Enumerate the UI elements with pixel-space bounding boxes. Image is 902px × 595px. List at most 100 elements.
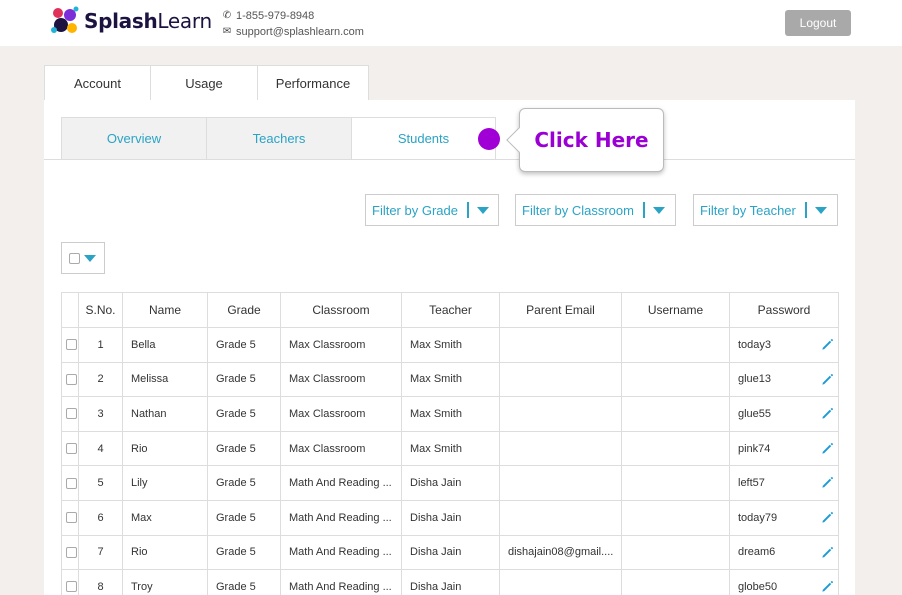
row-checkbox[interactable] xyxy=(66,477,77,489)
filter-classroom-label: Filter by Classroom xyxy=(522,202,634,218)
subtab-teachers[interactable]: Teachers xyxy=(206,117,351,160)
password-text: glue55 xyxy=(738,407,772,420)
pencil-icon[interactable] xyxy=(821,407,834,420)
name-cell: Max xyxy=(122,499,208,536)
parent-email-cell xyxy=(499,396,622,432)
column-header-password[interactable]: Password xyxy=(729,292,839,328)
column-header-grade[interactable]: Grade xyxy=(207,292,281,328)
classroom-cell: Math And Reading ... xyxy=(280,569,402,595)
pencil-icon[interactable] xyxy=(821,511,834,524)
teacher-cell: Max Smith xyxy=(401,327,500,363)
caret-down-icon xyxy=(476,206,489,214)
select-all-dropdown[interactable] xyxy=(61,242,105,274)
username-cell xyxy=(621,569,730,595)
filter-teacher-dropdown[interactable]: Filter by Teacher xyxy=(693,194,838,226)
row-checkbox[interactable] xyxy=(66,581,77,593)
sno-cell: 5 xyxy=(78,465,123,501)
highlight-dot xyxy=(478,128,500,150)
pencil-icon[interactable] xyxy=(821,442,834,455)
teacher-cell: Max Smith xyxy=(401,430,500,467)
username-cell xyxy=(621,327,730,363)
tab-performance[interactable]: Performance xyxy=(258,66,368,100)
subtab-divider xyxy=(44,159,855,160)
teacher-cell: Disha Jain xyxy=(401,569,500,595)
classroom-cell: Math And Reading ... xyxy=(280,499,402,536)
tab-account[interactable]: Account xyxy=(45,66,151,100)
top-tabs: Account Usage Performance xyxy=(44,65,369,100)
table-row: 2 Melissa Grade 5 Max Classroom Max Smit… xyxy=(61,361,839,398)
pencil-icon[interactable] xyxy=(821,338,834,351)
row-checkbox[interactable] xyxy=(66,339,77,351)
row-checkbox[interactable] xyxy=(66,443,77,455)
row-select-cell xyxy=(61,569,79,595)
table-row: 4 Rio Grade 5 Max Classroom Max Smith pi… xyxy=(61,430,839,467)
password-cell: pink74 xyxy=(729,430,839,467)
tab-usage[interactable]: Usage xyxy=(151,66,258,100)
subtab-students[interactable]: Students xyxy=(351,117,496,160)
column-header-teacher[interactable]: Teacher xyxy=(401,292,500,328)
logout-button[interactable]: Logout xyxy=(785,10,851,36)
row-checkbox[interactable] xyxy=(66,546,77,558)
main-panel: Overview Teachers Students Click Here Fi… xyxy=(44,100,855,595)
column-header-select xyxy=(61,292,79,328)
envelope-icon: ✉ xyxy=(222,26,232,37)
parent-email-cell xyxy=(499,569,622,595)
filter-grade-dropdown[interactable]: Filter by Grade xyxy=(365,194,499,226)
phone-icon: ✆ xyxy=(222,10,232,21)
sno-cell: 6 xyxy=(78,499,123,536)
row-select-cell xyxy=(61,361,79,398)
classroom-cell: Max Classroom xyxy=(280,361,402,398)
column-header-classroom[interactable]: Classroom xyxy=(280,292,402,328)
parent-email-cell xyxy=(499,327,622,363)
pencil-icon[interactable] xyxy=(821,546,834,559)
pencil-icon[interactable] xyxy=(821,580,834,593)
sno-cell: 1 xyxy=(78,327,123,363)
select-all-checkbox[interactable] xyxy=(69,252,80,264)
row-select-cell xyxy=(61,499,79,536)
classroom-cell: Max Classroom xyxy=(280,430,402,467)
filter-separator xyxy=(466,202,469,218)
contact-info: ✆ 1-855-979-8948 ✉ support@splashlearn.c… xyxy=(221,8,364,40)
grade-cell: Grade 5 xyxy=(207,361,281,398)
password-text: left57 xyxy=(738,477,765,490)
filter-classroom-dropdown[interactable]: Filter by Classroom xyxy=(515,194,676,226)
table-row: 8 Troy Grade 5 Math And Reading ... Dish… xyxy=(61,569,839,595)
password-cell: globe50 xyxy=(729,569,839,595)
grade-cell: Grade 5 xyxy=(207,465,281,501)
username-cell xyxy=(621,534,730,571)
filter-separator xyxy=(804,202,807,218)
callout-pointer xyxy=(506,127,532,153)
grade-cell: Grade 5 xyxy=(207,499,281,536)
splashlearn-logo[interactable]: SplashLearn xyxy=(50,6,212,36)
table-header-row: S.No. Name Grade Classroom Teacher Paren… xyxy=(61,292,839,328)
splashlearn-logo-icon xyxy=(51,6,79,33)
caret-down-icon xyxy=(814,206,827,214)
grade-cell: Grade 5 xyxy=(207,430,281,467)
username-cell xyxy=(621,465,730,501)
parent-email-cell xyxy=(499,465,622,501)
support-email: support@splashlearn.com xyxy=(236,26,364,38)
filter-teacher-label: Filter by Teacher xyxy=(700,202,796,218)
name-cell: Rio xyxy=(122,430,208,467)
parent-email-cell xyxy=(499,499,622,536)
password-cell: left57 xyxy=(729,465,839,501)
caret-down-icon xyxy=(84,254,96,262)
pencil-icon[interactable] xyxy=(821,373,834,386)
column-header-name[interactable]: Name xyxy=(122,292,208,328)
table-row: 3 Nathan Grade 5 Max Classroom Max Smith… xyxy=(61,396,839,432)
row-checkbox[interactable] xyxy=(66,408,77,420)
column-header-username[interactable]: Username xyxy=(621,292,730,328)
pencil-icon[interactable] xyxy=(821,476,834,489)
subtab-overview[interactable]: Overview xyxy=(61,117,206,160)
grade-cell: Grade 5 xyxy=(207,534,281,571)
sno-cell: 2 xyxy=(78,361,123,398)
row-checkbox[interactable] xyxy=(66,373,77,385)
name-cell: Rio xyxy=(122,534,208,571)
row-select-cell xyxy=(61,534,79,571)
password-text: dream6 xyxy=(738,546,776,559)
column-header-parent-email[interactable]: Parent Email xyxy=(499,292,622,328)
password-text: glue13 xyxy=(738,373,772,386)
classroom-cell: Max Classroom xyxy=(280,327,402,363)
row-checkbox[interactable] xyxy=(66,512,77,524)
sno-cell: 8 xyxy=(78,569,123,595)
